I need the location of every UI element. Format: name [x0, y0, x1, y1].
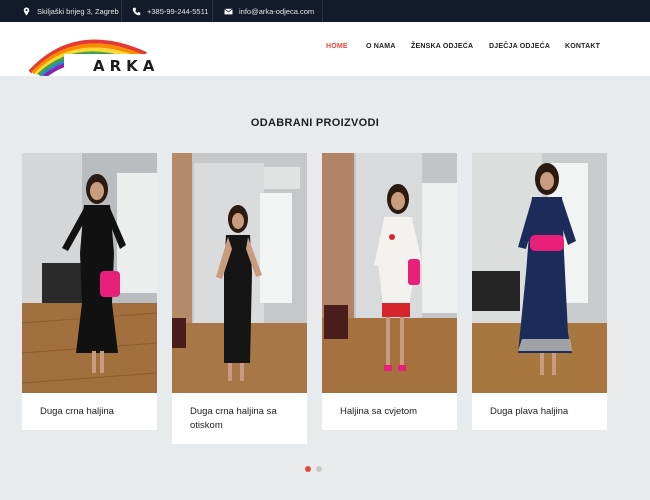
- phone-icon: [132, 7, 141, 15]
- product-card[interactable]: Haljina sa cvjetom: [322, 153, 457, 430]
- carousel-dot[interactable]: [305, 466, 311, 472]
- logo-text: ARKA: [93, 57, 160, 75]
- location-pin-icon: [23, 6, 30, 16]
- product-card[interactable]: Duga crna haljina: [22, 153, 157, 430]
- product-name[interactable]: Duga crna haljina sa otiskom: [172, 393, 307, 444]
- nav-item-zenska-odjeca[interactable]: ŽENSKA ODJEĆA: [411, 43, 473, 50]
- email-item[interactable]: info@arka-odjeca.com: [224, 0, 314, 22]
- top-info-bar: Skiljaški brijeg 3, Zagreb +385-99-244-5…: [0, 0, 650, 22]
- site-logo[interactable]: ARKA: [26, 28, 154, 78]
- product-card[interactable]: Duga plava haljina: [472, 153, 607, 430]
- address-text: Skiljaški brijeg 3, Zagreb: [37, 6, 119, 16]
- nav-item-o-nama[interactable]: O NAMA: [366, 43, 396, 50]
- product-name[interactable]: Duga crna haljina: [22, 393, 157, 430]
- section-title: ODABRANI PROIZVODI: [250, 117, 380, 129]
- envelope-icon: [224, 8, 233, 14]
- address-item: Skiljaški brijeg 3, Zagreb: [22, 0, 119, 22]
- product-photo[interactable]: [472, 153, 607, 393]
- product-card[interactable]: Duga crna haljina sa otiskom: [172, 153, 307, 444]
- product-name[interactable]: Duga plava haljina: [472, 393, 607, 430]
- product-name[interactable]: Haljina sa cvjetom: [322, 393, 457, 430]
- phone-text: +385-99-244-5511: [147, 6, 209, 16]
- carousel-dot[interactable]: [316, 466, 322, 472]
- phone-item[interactable]: +385-99-244-5511: [132, 0, 208, 22]
- product-photo[interactable]: [322, 153, 457, 393]
- nav-item-djecja-odjeca[interactable]: DJEČJA ODJEĆA: [489, 43, 550, 50]
- carousel-pagination: [305, 466, 322, 472]
- nav-item-home[interactable]: HOME: [326, 43, 348, 50]
- product-photo[interactable]: [172, 153, 307, 393]
- email-text: info@arka-odjeca.com: [239, 6, 315, 16]
- site-header: ARKA HOME O NAMA ŽENSKA ODJEĆA DJEČJA OD…: [0, 22, 650, 78]
- nav-item-kontakt[interactable]: KONTAKT: [565, 43, 600, 50]
- product-photo[interactable]: [22, 153, 157, 393]
